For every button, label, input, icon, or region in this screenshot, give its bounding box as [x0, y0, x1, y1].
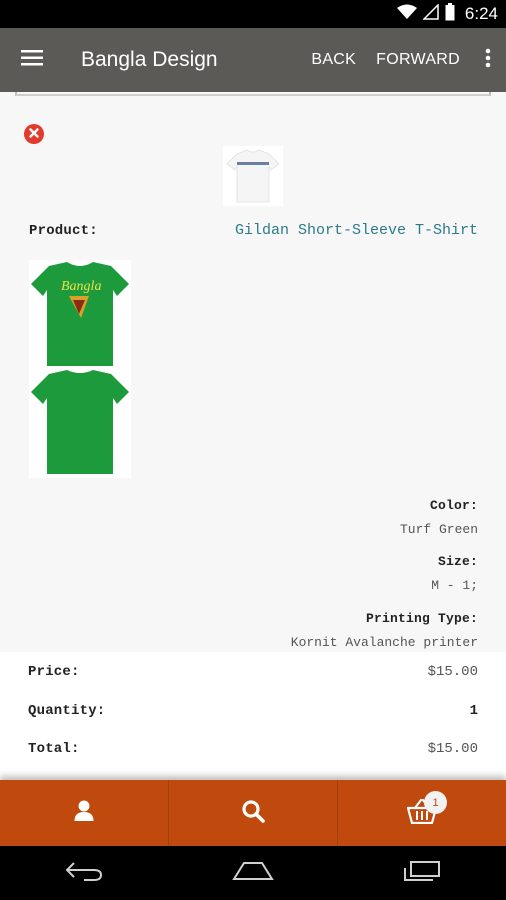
status-time: 6:24 [464, 4, 498, 23]
attribute-color: Color: Turf Green [400, 496, 478, 537]
total-label: Total: [28, 741, 80, 757]
system-home-button[interactable] [223, 853, 283, 893]
overflow-menu-button[interactable] [470, 28, 506, 92]
quantity-value: 1 [469, 703, 478, 719]
cart-item-card: Product: Gildan Short-Sleeve T-Shirt Ban… [15, 108, 491, 650]
cart-count-badge: 1 [424, 791, 447, 814]
system-recents-button[interactable] [392, 853, 452, 893]
cart-content: Product: Gildan Short-Sleeve T-Shirt Ban… [0, 92, 506, 780]
product-label: Product: [29, 223, 98, 239]
tab-account[interactable] [0, 780, 168, 846]
quantity-label: Quantity: [28, 703, 106, 719]
divider [15, 92, 491, 96]
battery-icon [445, 2, 455, 26]
svg-text:Bangla: Bangla [61, 279, 101, 294]
home-icon [232, 861, 274, 886]
quantity-row: Quantity: 1 [28, 703, 478, 719]
attribute-size: Size: M - 1; [431, 552, 478, 593]
tab-cart[interactable]: 1 [337, 780, 506, 846]
user-icon [74, 800, 94, 827]
product-name-link[interactable]: Gildan Short-Sleeve T-Shirt [235, 222, 478, 239]
overflow-icon [485, 48, 491, 73]
remove-item-button[interactable] [24, 124, 44, 144]
system-navigation-bar [0, 846, 506, 900]
forward-button[interactable]: FORWARD [366, 28, 470, 92]
back-button[interactable]: BACK [301, 28, 366, 92]
attribute-value: M - 1; [431, 578, 478, 593]
attribute-value: Turf Green [399, 522, 478, 537]
close-icon [29, 125, 39, 143]
menu-button[interactable] [0, 28, 64, 92]
total-row: Total: $15.00 [28, 741, 478, 757]
app-bar: Bangla Design BACK FORWARD [0, 28, 506, 92]
wifi-icon [396, 4, 417, 25]
design-preview-image[interactable]: Bangla [29, 260, 131, 478]
price-row: Price: $15.00 [28, 664, 478, 680]
menu-icon [21, 49, 43, 71]
system-back-button[interactable] [54, 853, 114, 893]
attribute-label: Size: [437, 554, 478, 569]
recents-icon [402, 860, 442, 887]
price-value: $15.00 [427, 664, 478, 680]
attribute-label: Printing Type: [365, 611, 478, 626]
tab-search[interactable] [168, 780, 337, 846]
order-summary: Price: $15.00 Quantity: 1 Total: $15.00 [0, 652, 506, 780]
search-icon [241, 799, 265, 828]
product-thumbnail[interactable] [223, 146, 283, 206]
signal-icon [422, 2, 439, 25]
total-value: $15.00 [427, 741, 478, 757]
attribute-printing-type: Printing Type: Kornit Avalanche printer [291, 609, 478, 650]
back-arrow-icon [64, 860, 104, 887]
price-label: Price: [28, 664, 80, 680]
bottom-tab-bar: 1 [0, 780, 506, 846]
attribute-value: Kornit Avalanche printer [290, 635, 478, 650]
app-title: Bangla Design [81, 48, 218, 71]
attribute-label: Color: [429, 498, 478, 513]
status-bar: 6:24 [0, 0, 506, 28]
